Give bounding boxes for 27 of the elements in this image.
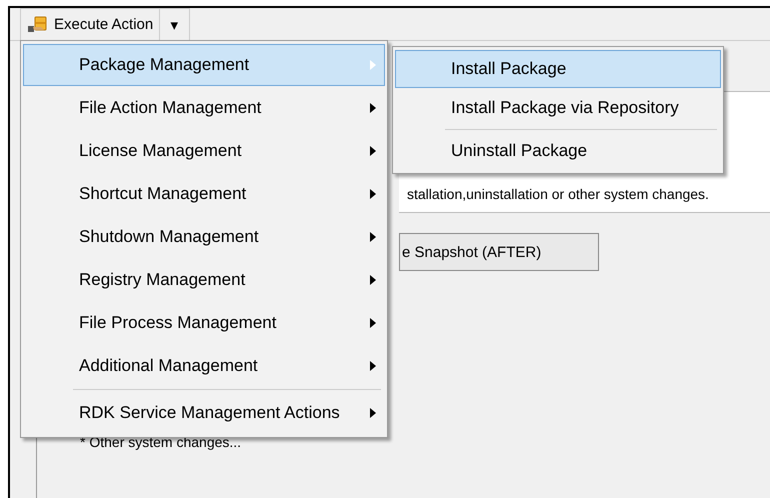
menu-item[interactable]: Shutdown Management	[23, 216, 385, 258]
submenu-arrow-icon	[370, 60, 376, 70]
submenu-arrow-icon	[370, 189, 376, 199]
menu-item[interactable]: Registry Management	[23, 259, 385, 301]
submenu-arrow-icon	[370, 408, 376, 418]
note-text: * Other system changes...	[80, 434, 242, 450]
menu-item[interactable]: Shortcut Management	[23, 173, 385, 215]
snapshot-button[interactable]: e Snapshot (AFTER)	[399, 233, 599, 271]
execute-action-button[interactable]: Execute Action	[20, 8, 160, 40]
submenu-arrow-icon	[370, 318, 376, 328]
menu-item[interactable]: Additional Management	[23, 345, 385, 387]
menu-item[interactable]: Package Management	[23, 44, 385, 86]
dropdown-button[interactable]: ▾	[160, 8, 190, 40]
menu-item[interactable]: File Action Management	[23, 87, 385, 129]
menu-item[interactable]: License Management	[23, 130, 385, 172]
description-text: stallation,uninstallation or other system changes.	[407, 186, 709, 202]
submenu-arrow-icon	[370, 103, 376, 113]
menu-item[interactable]: Install Package via Repository	[395, 89, 721, 127]
submenu-arrow-icon	[370, 232, 376, 242]
submenu-arrow-icon	[370, 146, 376, 156]
menu-item[interactable]: Uninstall Package	[395, 132, 721, 170]
submenu-arrow-icon	[370, 275, 376, 285]
package-icon	[27, 14, 49, 34]
menu-item[interactable]: File Process Management	[23, 302, 385, 344]
submenu-arrow-icon	[370, 361, 376, 371]
menu-item[interactable]: Install Package	[395, 50, 721, 88]
menu-item[interactable]: RDK Service Management Actions	[23, 392, 385, 434]
